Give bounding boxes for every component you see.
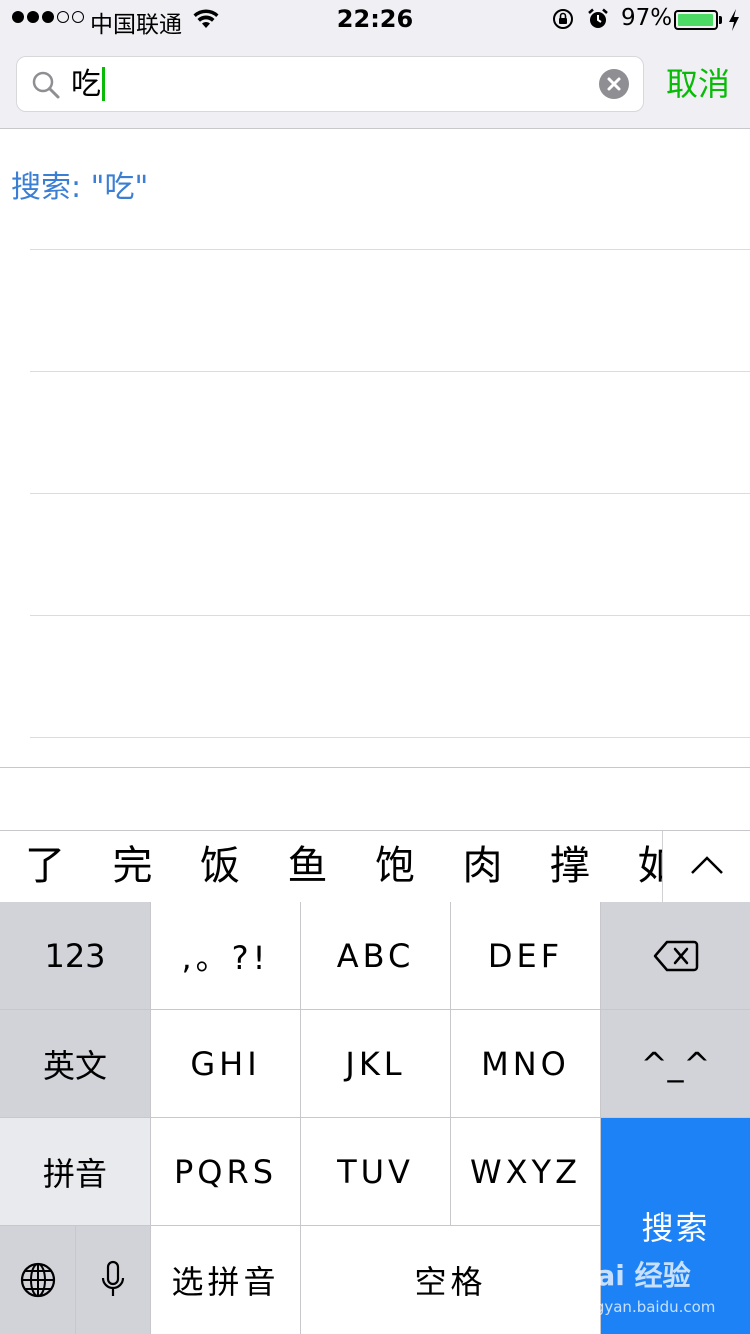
text-caret: [102, 66, 105, 101]
key-jkl[interactable]: JKL: [301, 1010, 450, 1117]
clear-icon[interactable]: [599, 69, 629, 99]
key-label: ABC: [336, 936, 415, 975]
microphone-button[interactable]: [76, 1226, 150, 1334]
key-label: TUV: [337, 1152, 414, 1191]
key-pinyin[interactable]: 拼音: [0, 1118, 150, 1225]
bolt-icon: [729, 9, 739, 31]
key-emoticon[interactable]: ^_^: [601, 1010, 750, 1117]
candidate-word[interactable]: 鱼: [283, 841, 333, 891]
key-def[interactable]: DEF: [451, 902, 600, 1009]
key-punctuation[interactable]: ,。?!: [151, 902, 300, 1009]
key-ghi[interactable]: GHI: [151, 1010, 300, 1117]
space-button[interactable]: 空格: [301, 1226, 600, 1334]
candidate-word[interactable]: 饱: [370, 841, 420, 891]
key-label: 英文: [42, 1046, 107, 1085]
chevron-up-icon: [691, 856, 723, 874]
divider: [0, 767, 750, 768]
globe-button[interactable]: [0, 1226, 75, 1334]
globe-icon: [20, 1262, 55, 1298]
watermark-logo: Bai 经验 jingyan.baidu.com: [575, 1254, 750, 1334]
key-label: 选拼音: [171, 1263, 280, 1301]
key-numbers[interactable]: 123: [0, 902, 150, 1009]
divider: [30, 737, 750, 738]
expand-candidates-button[interactable]: [662, 831, 750, 902]
key-tuv[interactable]: TUV: [301, 1118, 450, 1225]
key-pqrs[interactable]: PQRS: [151, 1118, 300, 1225]
key-mno[interactable]: MNO: [451, 1010, 600, 1117]
key-label: 搜索: [641, 1209, 710, 1247]
battery-level: [678, 14, 713, 26]
candidate-word[interactable]: 如: [633, 841, 663, 891]
battery-percent: 97%: [621, 5, 673, 31]
key-label: 123: [44, 936, 106, 975]
key-label: ,。?!: [181, 938, 270, 977]
candidate-list: 了完饭鱼饱肉撑如: [0, 831, 662, 902]
alarm-icon: [588, 8, 608, 28]
candidate-bar: 了完饭鱼饱肉撑如: [0, 830, 750, 902]
divider: [30, 249, 750, 250]
key-label: GHI: [190, 1044, 261, 1083]
orientation-lock-icon: [553, 9, 573, 29]
candidate-word[interactable]: 撑: [545, 841, 595, 891]
key-english[interactable]: 英文: [0, 1010, 150, 1117]
key-label: 空格: [414, 1263, 487, 1301]
key-abc[interactable]: ABC: [301, 902, 450, 1009]
microphone-icon: [101, 1260, 125, 1296]
search-query[interactable]: 吃: [71, 65, 105, 105]
key-label: ^_^: [640, 1044, 711, 1083]
key-label: WXYZ: [469, 1152, 582, 1191]
watermark-url: jingyan.baidu.com: [577, 1298, 716, 1316]
key-label: JKL: [345, 1044, 406, 1083]
battery-tip: [719, 16, 722, 24]
backspace-icon: [653, 940, 698, 971]
candidate-word[interactable]: 了: [20, 841, 70, 891]
battery-icon: [674, 10, 718, 30]
divider: [30, 615, 750, 616]
candidate-word[interactable]: 完: [108, 841, 158, 891]
status-bar: 中国联通 22:26 97%: [0, 0, 750, 40]
key-label: 拼音: [42, 1154, 107, 1193]
search-header: 中国联通 22:26 97% 吃 取消: [0, 0, 750, 129]
key-label: DEF: [487, 936, 564, 975]
key-label: PQRS: [173, 1152, 278, 1191]
backspace-button[interactable]: [601, 902, 750, 1009]
divider: [30, 493, 750, 494]
candidate-word[interactable]: 饭: [195, 841, 245, 891]
candidate-word[interactable]: 肉: [458, 841, 508, 891]
cancel-button[interactable]: 取消: [666, 62, 730, 106]
key-select-pinyin[interactable]: 选拼音: [151, 1226, 300, 1334]
search-input[interactable]: 吃: [16, 56, 644, 112]
watermark-brand: Bai 经验: [575, 1259, 691, 1292]
search-icon: [32, 71, 60, 99]
key-label: MNO: [481, 1044, 570, 1083]
divider: [30, 371, 750, 372]
key-wxyz[interactable]: WXYZ: [451, 1118, 600, 1225]
search-suggestion[interactable]: 搜索: "吃": [11, 166, 148, 210]
